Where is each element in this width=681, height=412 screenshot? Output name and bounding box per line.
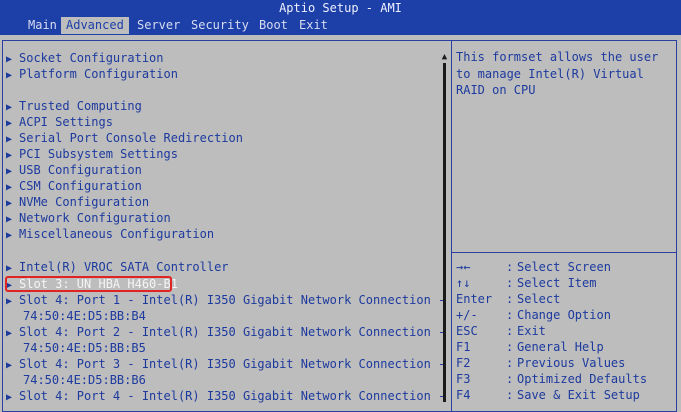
item-slot4-port4[interactable]: ▶ Slot 4: Port 4 - Intel(R) I350 Gigabit …	[6, 388, 445, 404]
item-slot4-port1-mac: 74:50:4E:D5:BB:B4	[23, 309, 146, 323]
item-serial-port-console-redirection[interactable]: ▶ Serial Port Console Redirection	[6, 130, 243, 146]
help-line: RAID on CPU	[456, 83, 536, 97]
item-slot4-port2-mac: 74:50:4E:D5:BB:B5	[23, 341, 146, 355]
arrows-vertical-key-icon: ↑↓	[456, 276, 471, 290]
item-pci-subsystem-settings[interactable]: ▶ PCI Subsystem Settings	[6, 146, 178, 162]
list-scrollbar[interactable]: ▲	[440, 52, 449, 402]
submenu-arrow-icon: ▶	[6, 392, 13, 403]
item-slot4-port2[interactable]: ▶ Slot 4: Port 2 - Intel(R) I350 Gigabit …	[6, 324, 445, 340]
item-slot4-port1[interactable]: ▶ Slot 4: Port 1 - Intel(R) I350 Gigabit …	[6, 292, 445, 308]
help-text: This formset allows the user to manage I…	[456, 49, 674, 99]
item-miscellaneous-configuration[interactable]: ▶ Miscellaneous Configuration	[6, 226, 214, 242]
item-platform-configuration[interactable]: ▶ Platform Configuration	[6, 66, 178, 82]
item-nvme-configuration[interactable]: ▶ NVMe Configuration	[6, 194, 149, 210]
item-acpi-settings[interactable]: ▶ ACPI Settings	[6, 114, 113, 130]
help-line: This formset allows the user	[456, 50, 659, 64]
item-socket-configuration[interactable]: ▶ Socket Configuration	[6, 50, 164, 66]
panel-divider	[451, 40, 452, 412]
item-slot4-port3[interactable]: ▶ Slot 4: Port 3 - Intel(R) I350 Gigabit …	[6, 356, 445, 372]
help-divider	[452, 252, 677, 253]
scroll-up-arrow-icon[interactable]: ▲	[440, 52, 449, 62]
item-slot4-port3-mac: 74:50:4E:D5:BB:B6	[23, 373, 146, 387]
item-trusted-computing[interactable]: ▶ Trusted Computing	[6, 98, 142, 114]
item-usb-configuration[interactable]: ▶ USB Configuration	[6, 162, 142, 178]
scroll-thumb[interactable]	[443, 63, 446, 402]
item-csm-configuration[interactable]: ▶ CSM Configuration	[6, 178, 142, 194]
help-line: to manage Intel(R) Virtual	[456, 66, 644, 81]
settings-list: ▶ Socket Configuration ▶ Platform Configur…	[0, 0, 450, 403]
selection-highlight-box	[5, 276, 172, 292]
submenu-arrow-icon: ▶	[6, 230, 13, 241]
submenu-arrow-icon: ▶	[6, 70, 13, 81]
arrows-horizontal-key-icon: →←	[456, 260, 471, 274]
submenu-arrow-icon: ▶	[6, 263, 13, 274]
item-network-configuration[interactable]: ▶ Network Configuration	[6, 210, 171, 226]
item-vroc-sata-controller[interactable]: ▶ Intel(R) VROC SATA Controller	[6, 259, 229, 275]
